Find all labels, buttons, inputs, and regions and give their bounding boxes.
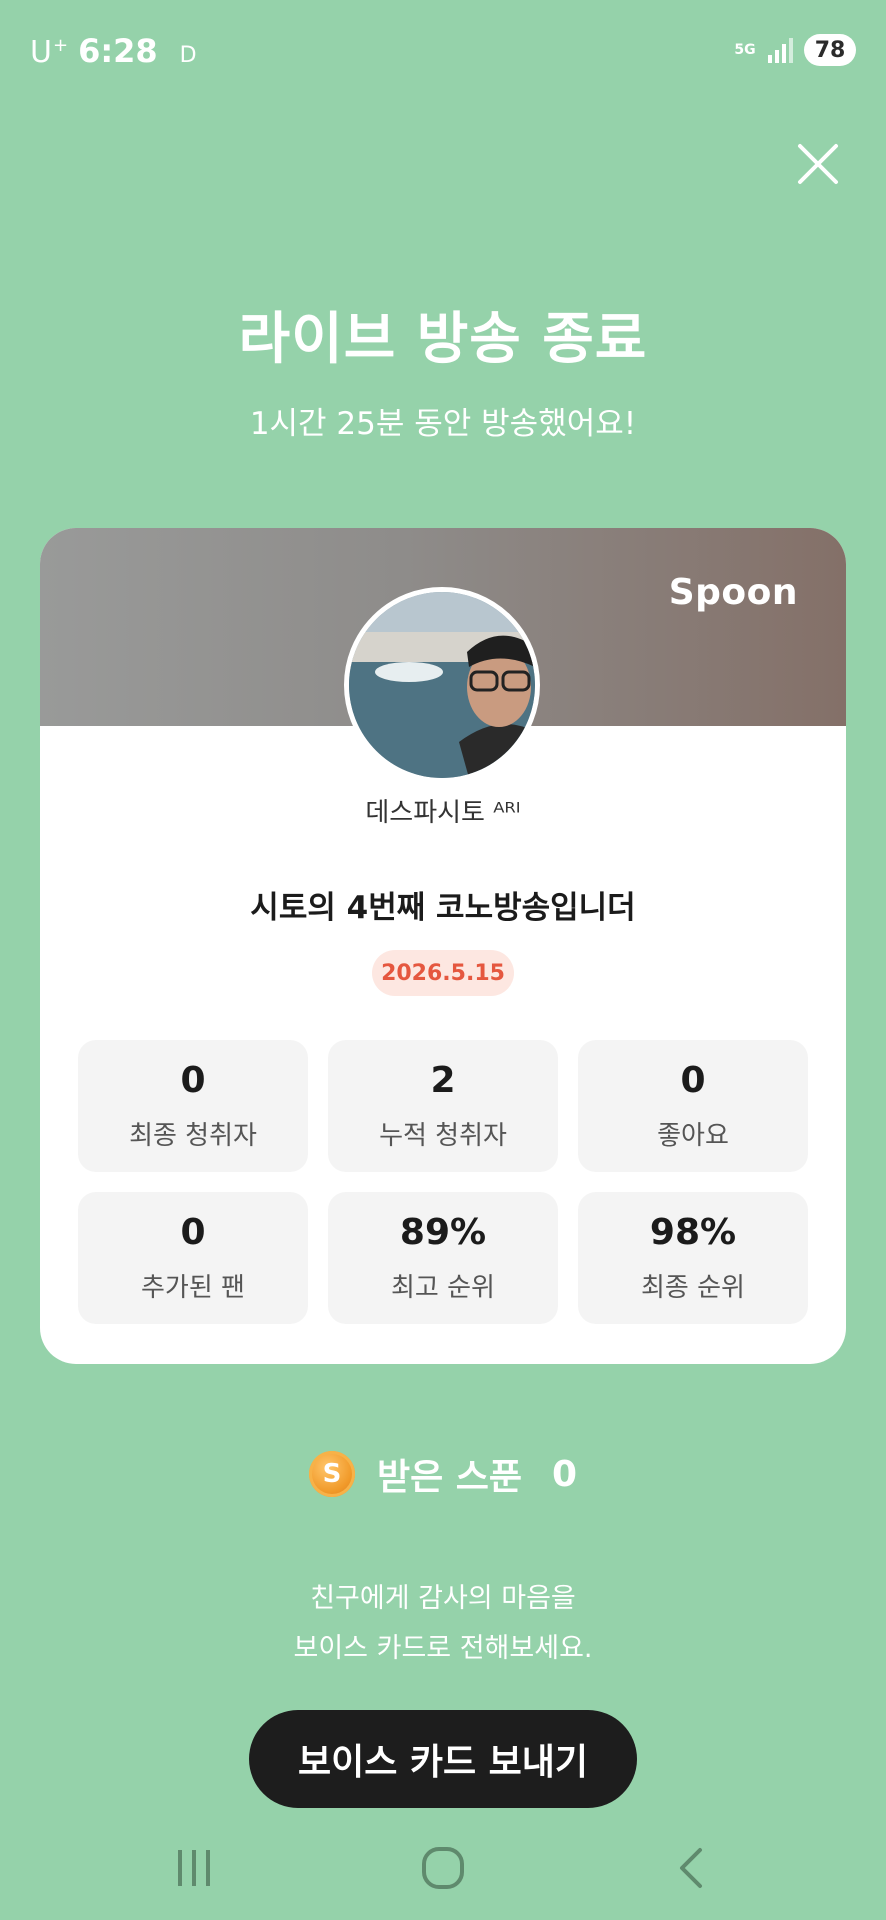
avatar — [344, 587, 540, 783]
brand-logo: Spoon — [668, 572, 798, 613]
home-icon — [422, 1847, 464, 1889]
stat-likes: 0 좋아요 — [578, 1040, 808, 1172]
status-right: 5G 78 — [732, 34, 856, 66]
received-count: 0 — [551, 1453, 578, 1495]
signal-icon — [768, 38, 793, 63]
stat-label: 추가된 팬 — [141, 1273, 245, 1303]
status-left: U+ 6:28 D — [30, 32, 197, 70]
stat-value: 89% — [399, 1212, 487, 1253]
stat-value: 98% — [649, 1212, 737, 1253]
stat-value: 0 — [180, 1212, 206, 1253]
battery-indicator: 78 — [804, 34, 856, 66]
send-voice-card-button[interactable]: 보이스 카드 보내기 — [249, 1710, 637, 1808]
avatar-photo — [349, 592, 535, 778]
status-indicator: D — [179, 43, 197, 68]
stat-new-fans: 0 추가된 팬 — [78, 1192, 308, 1324]
system-nav-bar — [0, 1830, 886, 1920]
stat-final-rank: 98% 최종 순위 — [578, 1192, 808, 1324]
stat-total-listeners: 2 누적 청취자 — [328, 1040, 558, 1172]
carrier-label: U+ — [30, 35, 69, 70]
stat-label: 최종 순위 — [641, 1273, 745, 1303]
stat-best-rank: 89% 최고 순위 — [328, 1192, 558, 1324]
stat-final-listeners: 0 최종 청취자 — [78, 1040, 308, 1172]
back-icon — [680, 1848, 702, 1888]
broadcast-duration: 1시간 25분 동안 방송했어요! — [249, 406, 637, 442]
stat-value: 0 — [180, 1060, 206, 1101]
recent-apps-icon — [178, 1850, 210, 1886]
broadcast-title: 시토의 4번째 코노방송입니더 — [250, 890, 636, 926]
status-time: 6:28 — [78, 32, 158, 70]
date-badge: 2026.5.15 — [372, 950, 514, 996]
close-button[interactable] — [796, 142, 840, 186]
stat-label: 좋아요 — [657, 1121, 729, 1151]
back-button[interactable] — [652, 1838, 732, 1898]
status-bar: U+ 6:28 D 5G 78 — [0, 0, 886, 104]
stat-label: 최고 순위 — [391, 1273, 495, 1303]
stats-grid: 0 최종 청취자 2 누적 청취자 0 좋아요 0 추가된 팬 89% 최고 순… — [78, 1040, 810, 1324]
message-line-2: 보이스 카드로 전해보세요. — [293, 1633, 593, 1664]
stat-label: 최종 청취자 — [129, 1121, 257, 1151]
voice-card-message: 친구에게 감사의 마음을 보이스 카드로 전해보세요. — [0, 1574, 886, 1674]
network-type: 5G — [734, 42, 756, 58]
message-line-1: 친구에게 감사의 마음을 — [310, 1583, 576, 1614]
broadcast-summary-card: Spoon 데스파시토 ᴬᴿᴵ 시토의 4번째 코노방송입니더 2026.5.1… — [40, 528, 846, 1364]
page-title: 라이브 방송 종료 — [238, 307, 648, 372]
home-button[interactable] — [403, 1838, 483, 1898]
stat-value: 0 — [680, 1060, 706, 1101]
spoon-coin-icon: S — [308, 1451, 355, 1497]
received-label: 받은 스푼 — [376, 1457, 522, 1498]
streamer-nickname: 데스파시토 ᴬᴿᴵ — [365, 798, 521, 828]
received-spoons: S 받은 스푼 0 — [0, 1448, 886, 1500]
recent-apps-button[interactable] — [154, 1838, 234, 1898]
stat-value: 2 — [430, 1060, 456, 1101]
close-icon — [798, 144, 838, 184]
stat-label: 누적 청취자 — [379, 1121, 507, 1151]
